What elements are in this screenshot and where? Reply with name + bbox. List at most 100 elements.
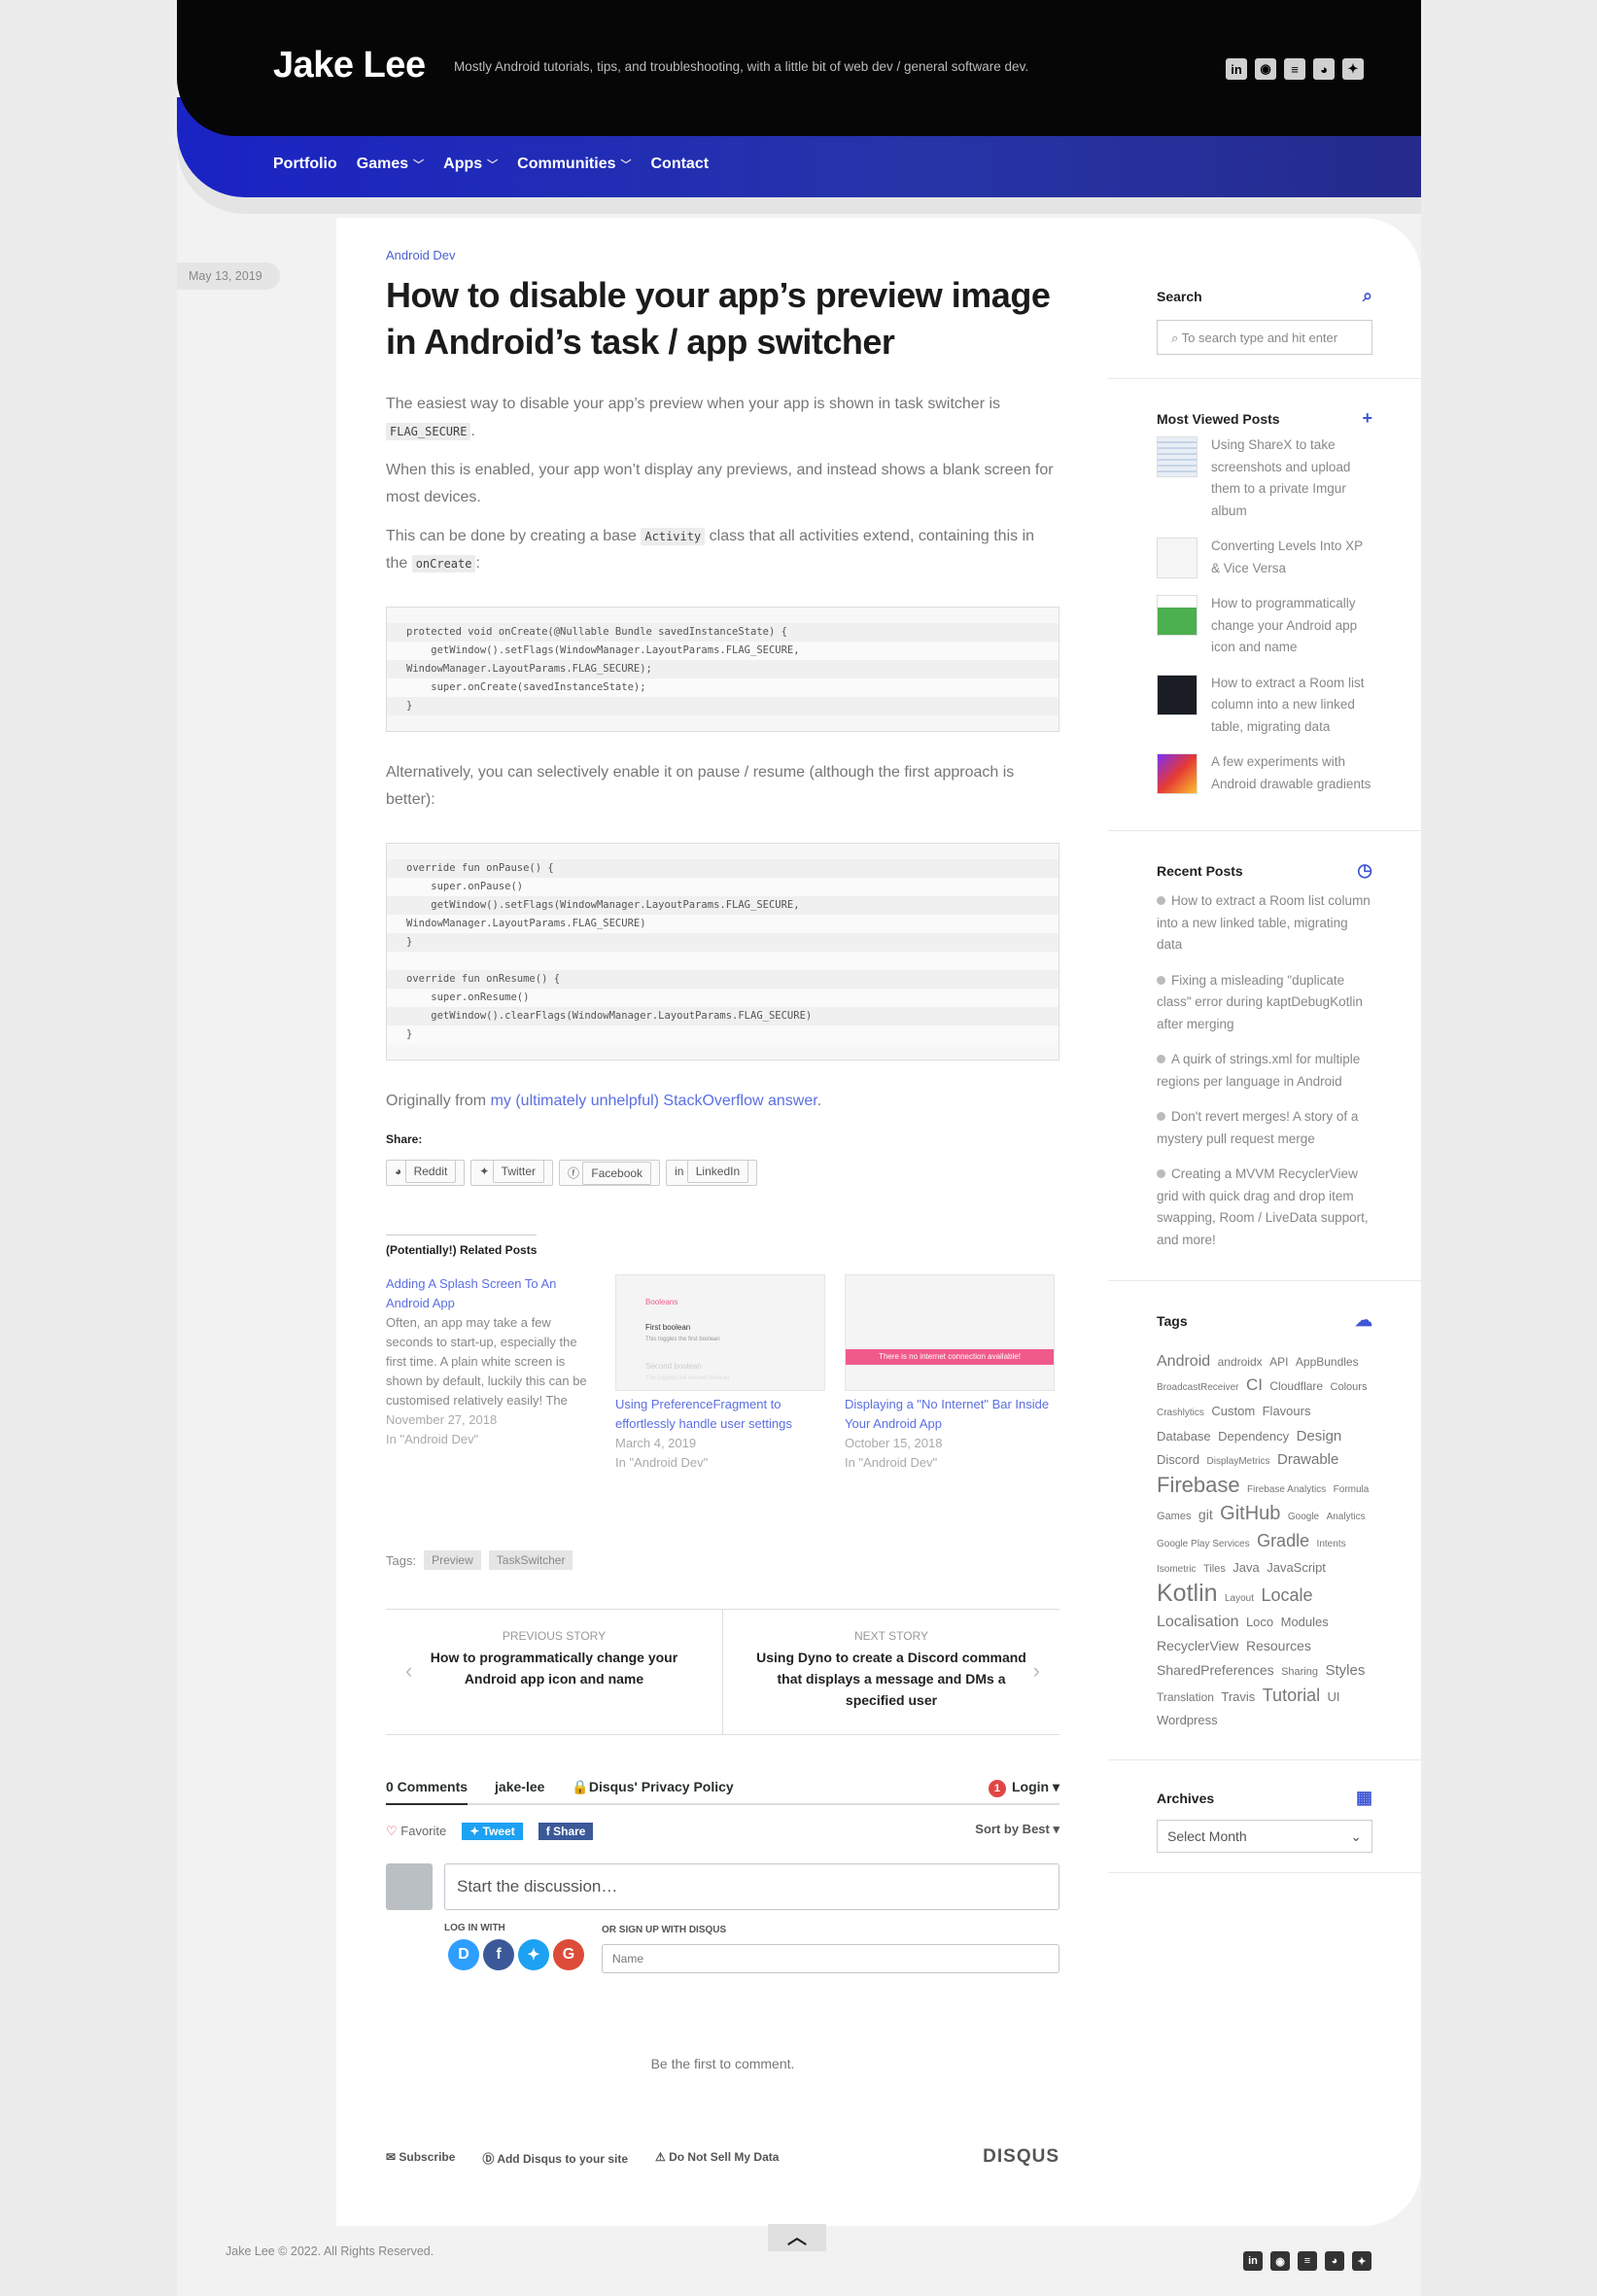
related-title[interactable]: Using PreferenceFragment to effortlessly…: [615, 1395, 825, 1434]
related-title[interactable]: Displaying a "No Internet" Bar Inside Yo…: [845, 1395, 1055, 1434]
tag-link[interactable]: UI: [1328, 1689, 1340, 1704]
tag-link[interactable]: Resources: [1246, 1638, 1311, 1653]
tag-link[interactable]: Java: [1232, 1560, 1259, 1575]
disqus-logo[interactable]: DISQUS: [983, 2146, 1059, 2168]
list-item[interactable]: Creating a MVVM RecyclerView grid with q…: [1157, 1164, 1372, 1251]
tag-link[interactable]: JavaScript: [1267, 1560, 1326, 1575]
tag-link[interactable]: Colours: [1331, 1381, 1368, 1393]
post-category[interactable]: Android Dev: [386, 248, 1059, 262]
tag-link[interactable]: Travis: [1221, 1689, 1255, 1704]
tag-link[interactable]: AppBundles: [1296, 1355, 1359, 1369]
reddit-icon[interactable]: ◕: [1313, 58, 1335, 80]
share-linkedin-button[interactable]: in LinkedIn: [666, 1160, 758, 1186]
tag-link[interactable]: Firebase: [1157, 1473, 1240, 1497]
list-item[interactable]: How to programmatically change your Andr…: [1157, 593, 1372, 659]
related-title[interactable]: Adding A Splash Screen To An Android App: [386, 1274, 596, 1313]
privacy-link[interactable]: 🔒Disqus' Privacy Policy: [572, 1779, 733, 1795]
list-item[interactable]: Using ShareX to take screenshots and upl…: [1157, 435, 1372, 522]
tag-link[interactable]: Localisation: [1157, 1614, 1239, 1630]
site-title[interactable]: Jake Lee: [273, 45, 426, 87]
tag-link[interactable]: Design: [1297, 1428, 1342, 1444]
tag-link[interactable]: Isometric: [1157, 1564, 1197, 1575]
tag-link[interactable]: Loco: [1246, 1615, 1273, 1629]
nav-item-games[interactable]: Games ﹀: [357, 156, 424, 173]
tag-link[interactable]: Modules: [1281, 1615, 1329, 1629]
tag-link[interactable]: Games: [1157, 1511, 1191, 1522]
nav-item-apps[interactable]: Apps ﹀: [443, 156, 498, 173]
stackoverflow-link[interactable]: my (ultimately unhelpful) StackOverflow …: [491, 1093, 817, 1109]
tag-link[interactable]: Analytics: [1327, 1512, 1366, 1522]
tag-link[interactable]: Google Play Services: [1157, 1539, 1250, 1549]
tag-link[interactable]: Wordpress: [1157, 1713, 1218, 1727]
name-field[interactable]: Name: [602, 1944, 1059, 1973]
tag-link[interactable]: Tutorial: [1263, 1686, 1320, 1705]
tag-link[interactable]: DisplayMetrics: [1207, 1456, 1270, 1467]
tag-link[interactable]: Cloudflare: [1269, 1379, 1323, 1393]
share-twitter-button[interactable]: ✦ Twitter: [470, 1160, 554, 1186]
sort-dropdown[interactable]: Sort by Best ▾: [975, 1822, 1059, 1837]
nav-item-portfolio[interactable]: Portfolio: [273, 156, 337, 173]
next-story[interactable]: › NEXT STORY Using Dyno to create a Disc…: [723, 1610, 1059, 1734]
list-item[interactable]: A quirk of strings.xml for multiple regi…: [1157, 1049, 1372, 1093]
list-item[interactable]: A few experiments with Android drawable …: [1157, 751, 1372, 795]
list-item[interactable]: How to extract a Room list column into a…: [1157, 890, 1372, 957]
share-reddit-button[interactable]: ◕ Reddit: [386, 1160, 466, 1186]
tag-link[interactable]: Styles: [1325, 1662, 1365, 1679]
tag-link[interactable]: Android: [1157, 1353, 1210, 1370]
linkedin-icon[interactable]: in: [1226, 58, 1247, 80]
tag-link[interactable]: API: [1269, 1355, 1288, 1369]
add-disqus-link[interactable]: Ⓓ Add Disqus to your site: [482, 2150, 628, 2167]
tag[interactable]: Preview: [424, 1550, 481, 1570]
disqus-login-icon[interactable]: D: [448, 1939, 479, 1970]
tag[interactable]: TaskSwitcher: [488, 1550, 573, 1570]
tag-link[interactable]: CI: [1246, 1375, 1263, 1394]
related-thumbnail[interactable]: Booleans First boolean This toggles the …: [615, 1274, 825, 1391]
tag-link[interactable]: BroadcastReceiver: [1157, 1382, 1238, 1393]
tag-link[interactable]: Locale: [1261, 1585, 1312, 1605]
list-item[interactable]: Fixing a misleading "duplicate class" er…: [1157, 970, 1372, 1036]
tag-link[interactable]: RecyclerView: [1157, 1638, 1239, 1653]
subscribe-link[interactable]: ✉ Subscribe: [386, 2150, 455, 2167]
tag-link[interactable]: Intents: [1317, 1539, 1346, 1549]
previous-story[interactable]: ‹ PREVIOUS STORY How to programmatically…: [386, 1610, 723, 1734]
tag-link[interactable]: Gradle: [1257, 1531, 1309, 1550]
tag-link[interactable]: Sharing: [1281, 1666, 1318, 1678]
archives-select[interactable]: Select Month ⌄: [1157, 1820, 1372, 1853]
github-icon[interactable]: ◉: [1270, 2251, 1290, 2271]
nav-item-communities[interactable]: Communities ﹀: [517, 156, 631, 173]
tag-link[interactable]: Flavours: [1263, 1404, 1311, 1418]
favorite-button[interactable]: ♡ Favorite: [386, 1824, 446, 1839]
google-login-icon[interactable]: G: [553, 1939, 584, 1970]
facebook-share-button[interactable]: f Share: [538, 1823, 594, 1840]
do-not-sell-link[interactable]: ⚠ Do Not Sell My Data: [655, 2150, 779, 2167]
tab-comments[interactable]: 0 Comments: [386, 1779, 469, 1805]
twitter-icon[interactable]: ✦: [1352, 2251, 1371, 2271]
related-thumbnail[interactable]: There is no internet connection availabl…: [845, 1274, 1055, 1391]
tag-link[interactable]: Translation: [1157, 1690, 1214, 1704]
comment-input[interactable]: Start the discussion…: [444, 1863, 1059, 1910]
tag-link[interactable]: Tiles: [1203, 1563, 1226, 1575]
login-button[interactable]: 1 Login ▾: [988, 1779, 1059, 1797]
tag-link[interactable]: Crashlytics: [1157, 1408, 1204, 1418]
list-item[interactable]: Don't revert merges! A story of a myster…: [1157, 1106, 1372, 1150]
tag-link[interactable]: Drawable: [1277, 1451, 1338, 1468]
tag-link[interactable]: Database: [1157, 1429, 1211, 1444]
facebook-login-icon[interactable]: f: [483, 1939, 514, 1970]
tweet-button[interactable]: ✦ Tweet: [462, 1823, 523, 1840]
tag-link[interactable]: Firebase Analytics: [1247, 1484, 1326, 1495]
tag-link[interactable]: GitHub: [1220, 1503, 1280, 1524]
search-input[interactable]: ⌕ To search type and hit enter: [1157, 320, 1372, 355]
nav-item-contact[interactable]: Contact: [650, 156, 709, 173]
share-facebook-button[interactable]: ⓕ Facebook: [559, 1160, 661, 1186]
tag-link[interactable]: Google: [1288, 1512, 1319, 1522]
tag-link[interactable]: Layout: [1225, 1593, 1254, 1604]
twitter-icon[interactable]: ✦: [1342, 58, 1364, 80]
back-to-top-button[interactable]: ︿: [768, 2224, 826, 2251]
reddit-icon[interactable]: ◕: [1325, 2251, 1344, 2271]
tag-link[interactable]: androidx: [1218, 1355, 1263, 1369]
list-item[interactable]: Converting Levels Into XP & Vice Versa: [1157, 536, 1372, 579]
tag-link[interactable]: git: [1198, 1507, 1213, 1522]
tag-link[interactable]: Custom: [1211, 1404, 1255, 1418]
tag-link[interactable]: SharedPreferences: [1157, 1662, 1274, 1678]
linkedin-icon[interactable]: in: [1243, 2251, 1263, 2271]
